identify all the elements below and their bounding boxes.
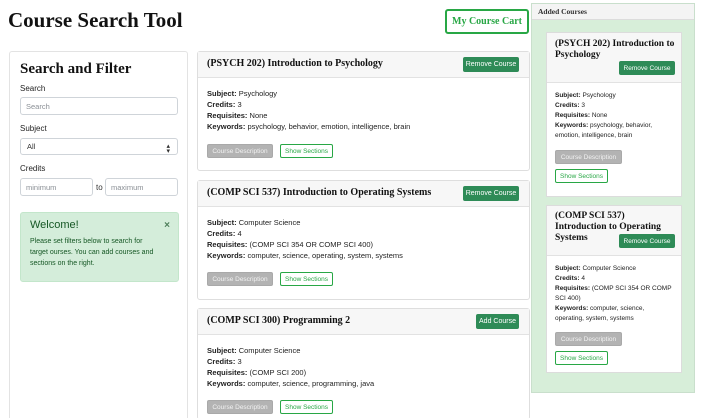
cart-card-header: (PSYCH 202) Introduction to Psychology R… bbox=[547, 33, 681, 83]
course-card: (PSYCH 202) Introduction to Psychology R… bbox=[197, 51, 530, 171]
course-card-header: (COMP SCI 300) Programming 2 Add Course bbox=[198, 309, 529, 335]
cart-card-header: (COMP SCI 537) Introduction to Operating… bbox=[547, 206, 681, 256]
cart-course-requisites: Requisites: (COMP SCI 354 OR COMP SCI 40… bbox=[555, 285, 672, 302]
close-icon[interactable]: × bbox=[164, 220, 170, 231]
course-subject: Subject: Computer Science bbox=[207, 218, 301, 227]
course-description-button[interactable]: Course Description bbox=[555, 332, 622, 346]
credits-to-label: to bbox=[96, 183, 103, 192]
show-sections-button[interactable]: Show Sections bbox=[280, 144, 333, 158]
added-courses-header: Added Courses bbox=[532, 4, 694, 20]
show-sections-button[interactable]: Show Sections bbox=[555, 351, 608, 365]
course-subject: Subject: Psychology bbox=[207, 89, 278, 98]
remove-course-button[interactable]: Remove Course bbox=[619, 61, 675, 75]
cart-course-subject: Subject: Computer Science bbox=[555, 265, 636, 272]
cart-course-card: (PSYCH 202) Introduction to Psychology R… bbox=[546, 32, 682, 197]
course-card: (COMP SCI 537) Introduction to Operating… bbox=[197, 180, 530, 300]
subject-select[interactable]: All ▴ ▾ bbox=[20, 138, 178, 155]
course-keywords: Keywords: computer, science, programming… bbox=[207, 379, 375, 388]
course-title: (PSYCH 202) Introduction to Psychology bbox=[207, 58, 383, 69]
welcome-alert: Welcome! × Please set filters below to s… bbox=[20, 212, 179, 282]
show-sections-button[interactable]: Show Sections bbox=[555, 169, 608, 183]
my-course-cart-button[interactable]: My Course Cart bbox=[445, 9, 529, 34]
course-card-header: (PSYCH 202) Introduction to Psychology R… bbox=[198, 52, 529, 78]
welcome-title: Welcome! bbox=[30, 219, 79, 231]
cart-course-keywords: Keywords: psychology, behavior, emotion,… bbox=[555, 122, 653, 139]
cart-course-credits: Credits: 4 bbox=[555, 275, 585, 282]
add-course-button[interactable]: Add Course bbox=[476, 314, 519, 329]
cart-course-title: (PSYCH 202) Introduction to Psychology bbox=[555, 39, 675, 60]
search-input[interactable] bbox=[20, 97, 178, 115]
cart-course-requisites: Requisites: None bbox=[555, 112, 608, 119]
remove-course-button[interactable]: Remove Course bbox=[463, 57, 519, 72]
course-keywords: Keywords: psychology, behavior, emotion,… bbox=[207, 122, 411, 131]
course-keywords: Keywords: computer, science, operating, … bbox=[207, 251, 403, 260]
subject-label: Subject bbox=[20, 124, 47, 133]
subject-select-value: All bbox=[27, 142, 36, 151]
course-description-button[interactable]: Course Description bbox=[207, 272, 273, 286]
course-title: (COMP SCI 537) Introduction to Operating… bbox=[207, 187, 432, 198]
course-description-button[interactable]: Course Description bbox=[207, 144, 273, 158]
course-credits: Credits: 3 bbox=[207, 100, 242, 109]
remove-course-button[interactable]: Remove Course bbox=[463, 186, 519, 201]
show-sections-button[interactable]: Show Sections bbox=[280, 400, 333, 414]
course-description-button[interactable]: Course Description bbox=[555, 150, 622, 164]
course-requisites: Requisites: None bbox=[207, 111, 268, 120]
cart-course-credits: Credits: 3 bbox=[555, 102, 585, 109]
cart-course-subject: Subject: Psychology bbox=[555, 92, 616, 99]
course-card: (COMP SCI 300) Programming 2 Add Course … bbox=[197, 308, 530, 418]
course-title: (COMP SCI 300) Programming 2 bbox=[207, 315, 351, 326]
cart-course-card: (COMP SCI 537) Introduction to Operating… bbox=[546, 205, 682, 373]
course-subject: Subject: Computer Science bbox=[207, 346, 301, 355]
show-sections-button[interactable]: Show Sections bbox=[280, 272, 333, 286]
search-label: Search bbox=[20, 84, 46, 93]
filter-title: Search and Filter bbox=[20, 61, 132, 77]
cart-course-keywords: Keywords: computer, science, operating, … bbox=[555, 305, 645, 322]
credits-max-input[interactable] bbox=[105, 178, 178, 196]
course-credits: Credits: 4 bbox=[207, 229, 242, 238]
search-filter-panel: Search and Filter Search Subject All ▴▾ … bbox=[9, 51, 188, 418]
course-requisites: Requisites: (COMP SCI 354 OR COMP SCI 40… bbox=[207, 240, 374, 249]
course-description-button[interactable]: Course Description bbox=[207, 400, 273, 414]
credits-label: Credits bbox=[20, 164, 46, 173]
remove-course-button[interactable]: Remove Course bbox=[619, 234, 675, 248]
course-card-header: (COMP SCI 537) Introduction to Operating… bbox=[198, 181, 529, 207]
course-requisites: Requisites: (COMP SCI 200) bbox=[207, 368, 307, 377]
course-credits: Credits: 3 bbox=[207, 357, 242, 366]
page-title: Course Search Tool bbox=[8, 8, 183, 32]
credits-min-input[interactable] bbox=[20, 178, 93, 196]
select-caret-icon: ▴ ▾ bbox=[166, 143, 170, 155]
welcome-text: Please set filters below to search for t… bbox=[30, 238, 154, 267]
added-courses-panel: Added Courses (PSYCH 202) Introduction t… bbox=[531, 3, 695, 393]
